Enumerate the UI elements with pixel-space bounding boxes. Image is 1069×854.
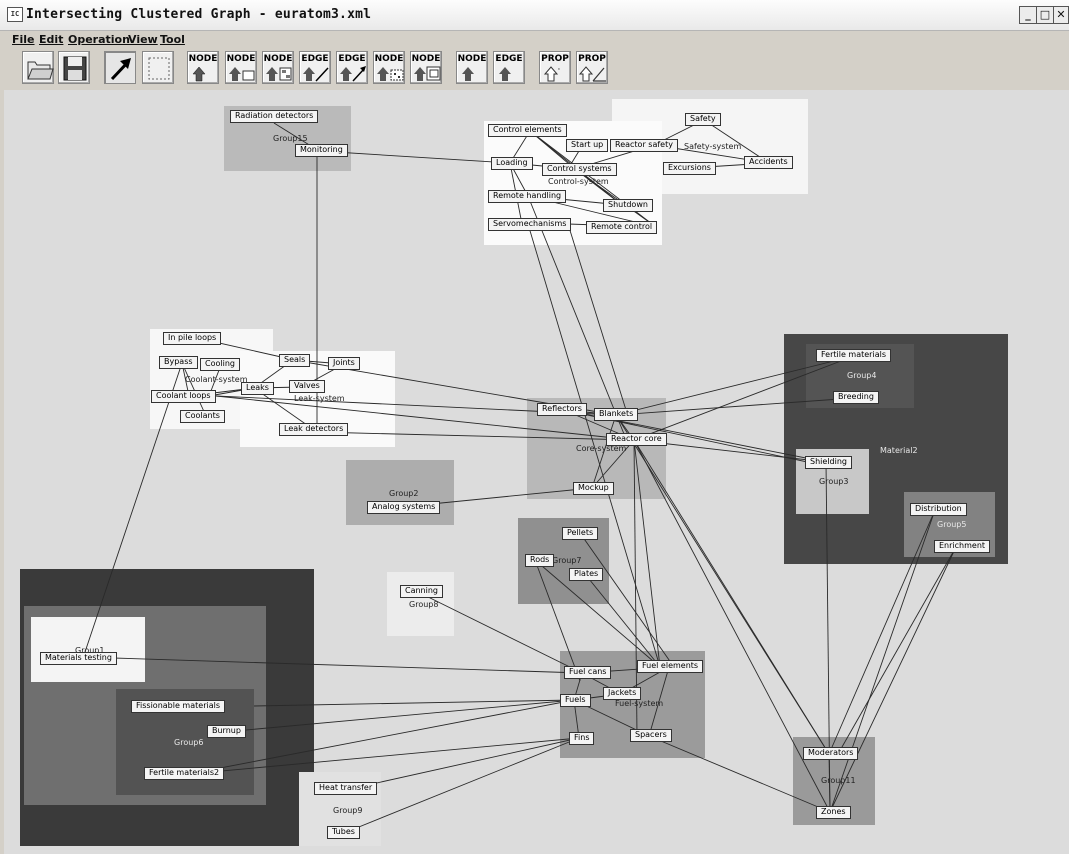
- graph-canvas[interactable]: Group6 Group1 Material2 Group4 Group3 Gr…: [4, 90, 1069, 854]
- node-tool-button-5[interactable]: NODE: [410, 51, 442, 84]
- node-heat-transfer[interactable]: Heat transfer: [314, 782, 378, 795]
- node-tool-button-2[interactable]: NODE: [225, 51, 257, 84]
- node-shielding[interactable]: Shielding: [805, 456, 852, 469]
- node-spacers[interactable]: Spacers: [630, 729, 672, 742]
- node-reactor-safety[interactable]: Reactor safety: [610, 139, 678, 152]
- node-fertile-materials[interactable]: Fertile materials: [816, 349, 891, 362]
- node-tool-button-4[interactable]: NODE: [373, 51, 405, 84]
- edge-add-icon: [303, 67, 329, 82]
- close-button[interactable]: ✕: [1053, 6, 1069, 24]
- node-coolants[interactable]: Coolants: [180, 410, 225, 423]
- node-fissionable-materials[interactable]: Fissionable materials: [131, 700, 225, 713]
- node-leaks[interactable]: Leaks: [241, 382, 274, 395]
- node-enrichment[interactable]: Enrichment: [934, 540, 991, 553]
- node-box-icon: [229, 67, 255, 81]
- edge-tool-button-2[interactable]: EDGE: [336, 51, 368, 84]
- property-icon: ': [543, 66, 560, 82]
- node-loading[interactable]: Loading: [491, 157, 533, 170]
- node-nested-icon: [414, 66, 441, 81]
- node-moderators[interactable]: Moderators: [803, 747, 859, 760]
- app-icon: IC: [7, 7, 23, 22]
- prop-tool-button-2[interactable]: PROP: [576, 51, 608, 84]
- toolbar: NODE NODE NODE EDGE EDGE NODE NODE NODE …: [0, 48, 1069, 90]
- maximize-button[interactable]: □: [1036, 6, 1054, 24]
- node-seals[interactable]: Seals: [279, 354, 311, 367]
- node-accidents[interactable]: Accidents: [744, 156, 793, 169]
- menu-tool[interactable]: Tool: [160, 33, 185, 46]
- node-fins[interactable]: Fins: [569, 732, 595, 745]
- edge-tool-button-3[interactable]: EDGE: [493, 51, 525, 84]
- edge-tool-button-1[interactable]: EDGE: [299, 51, 331, 84]
- property-edge-icon: [578, 66, 606, 82]
- node-control-elements[interactable]: Control elements: [488, 124, 567, 137]
- node-blankets[interactable]: Blankets: [594, 408, 639, 421]
- edge-move-icon: [499, 67, 511, 81]
- node-canning[interactable]: Canning: [400, 585, 443, 598]
- folder-icon: [27, 61, 54, 80]
- node-distribution[interactable]: Distribution: [910, 503, 967, 516]
- node-remote-control[interactable]: Remote control: [586, 221, 658, 234]
- select-tool-button[interactable]: [104, 51, 136, 84]
- node-start-up[interactable]: Start up: [566, 139, 609, 152]
- node-group-icon: [266, 67, 292, 81]
- arrow-icon: [110, 58, 131, 81]
- node-materials-testing[interactable]: Materials testing: [40, 652, 117, 665]
- node-monitoring[interactable]: Monitoring: [295, 144, 348, 157]
- node-fuels[interactable]: Fuels: [560, 694, 591, 707]
- node-tubes[interactable]: Tubes: [327, 826, 360, 839]
- node-safety[interactable]: Safety: [685, 113, 721, 126]
- node-joints[interactable]: Joints: [328, 357, 360, 370]
- node-fuel-cans[interactable]: Fuel cans: [564, 666, 612, 679]
- node-analog-systems[interactable]: Analog systems: [367, 501, 441, 514]
- node-in-pile-loops[interactable]: In pile loops: [163, 332, 222, 345]
- open-button[interactable]: [22, 51, 54, 84]
- node-rods[interactable]: Rods: [525, 554, 555, 567]
- node-control-systems[interactable]: Control systems: [542, 163, 617, 176]
- window-title: Intersecting Clustered Graph - euratom3.…: [26, 7, 372, 22]
- node-fuel-elements[interactable]: Fuel elements: [637, 660, 704, 673]
- save-button[interactable]: [58, 51, 90, 84]
- menu-operation[interactable]: Operation: [68, 33, 130, 46]
- node-move-icon: [462, 67, 474, 81]
- edge-layer: [82, 119, 957, 834]
- node-bypass[interactable]: Bypass: [159, 356, 198, 369]
- node-coolant-loops[interactable]: Coolant loops: [151, 390, 216, 403]
- marquee-icon: [148, 57, 170, 80]
- svg-text:': ': [558, 67, 560, 75]
- node-reflectors[interactable]: Reflectors: [537, 403, 587, 416]
- node-radiation-detectors[interactable]: Radiation detectors: [230, 110, 319, 123]
- prop-tool-button-1[interactable]: PROP ': [539, 51, 571, 84]
- menu-file[interactable]: File: [12, 33, 35, 46]
- node-shutdown[interactable]: Shutdown: [603, 199, 653, 212]
- edge-directed-icon: [340, 66, 366, 82]
- node-servomechanisms[interactable]: Servomechanisms: [488, 218, 572, 231]
- node-fertile-materials2[interactable]: Fertile materials2: [144, 767, 225, 780]
- node-cooling[interactable]: Cooling: [200, 358, 240, 371]
- node-pellets[interactable]: Pellets: [562, 527, 599, 540]
- menu-view[interactable]: View: [128, 33, 158, 46]
- marquee-tool-button[interactable]: [142, 51, 174, 84]
- node-tool-button-3[interactable]: NODE: [262, 51, 294, 84]
- node-excursions[interactable]: Excursions: [663, 162, 716, 175]
- node-tool-button-1[interactable]: NODE: [187, 51, 219, 84]
- menu-bar: File Edit Operation View Tool: [0, 31, 1069, 47]
- node-breeding[interactable]: Breeding: [833, 391, 879, 404]
- minimize-button[interactable]: _: [1019, 6, 1037, 24]
- node-add-icon: [192, 66, 206, 82]
- node-cluster-icon: [377, 67, 404, 81]
- node-tool-button-6[interactable]: NODE: [456, 51, 488, 84]
- node-zones[interactable]: Zones: [816, 806, 851, 819]
- floppy-icon: [63, 56, 87, 81]
- node-plates[interactable]: Plates: [569, 568, 604, 581]
- menu-edit[interactable]: Edit: [39, 33, 63, 46]
- node-reactor-core[interactable]: Reactor core: [606, 433, 667, 446]
- node-remote-handling[interactable]: Remote handling: [488, 190, 567, 203]
- node-leak-detectors[interactable]: Leak detectors: [279, 423, 349, 436]
- node-valves[interactable]: Valves: [289, 380, 325, 393]
- node-burnup[interactable]: Burnup: [207, 725, 246, 738]
- node-mockup[interactable]: Mockup: [573, 482, 614, 495]
- node-jackets[interactable]: Jackets: [603, 687, 642, 700]
- title-bar: IC Intersecting Clustered Graph - eurato…: [0, 0, 1069, 31]
